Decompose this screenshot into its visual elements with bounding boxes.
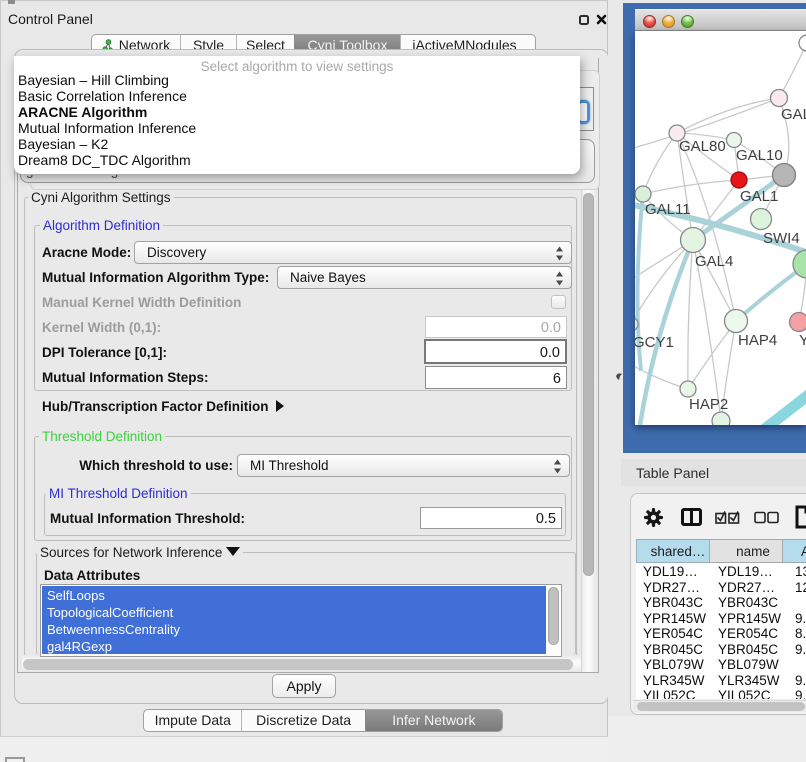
svg-text:HAP4: HAP4 <box>738 332 777 349</box>
svg-text:GAL10: GAL10 <box>736 147 783 164</box>
svg-text:GAL4: GAL4 <box>695 253 733 270</box>
svg-text:Y: Y <box>799 332 806 349</box>
svg-text:GAL: GAL <box>781 106 806 123</box>
svg-text:GAL80: GAL80 <box>679 138 726 155</box>
svg-text:GAL1: GAL1 <box>740 188 778 205</box>
svg-text:SWI4: SWI4 <box>763 230 800 247</box>
svg-text:GAL11: GAL11 <box>645 201 691 218</box>
svg-text:HAP2: HAP2 <box>689 396 728 413</box>
svg-text:GCY1: GCY1 <box>635 334 674 351</box>
